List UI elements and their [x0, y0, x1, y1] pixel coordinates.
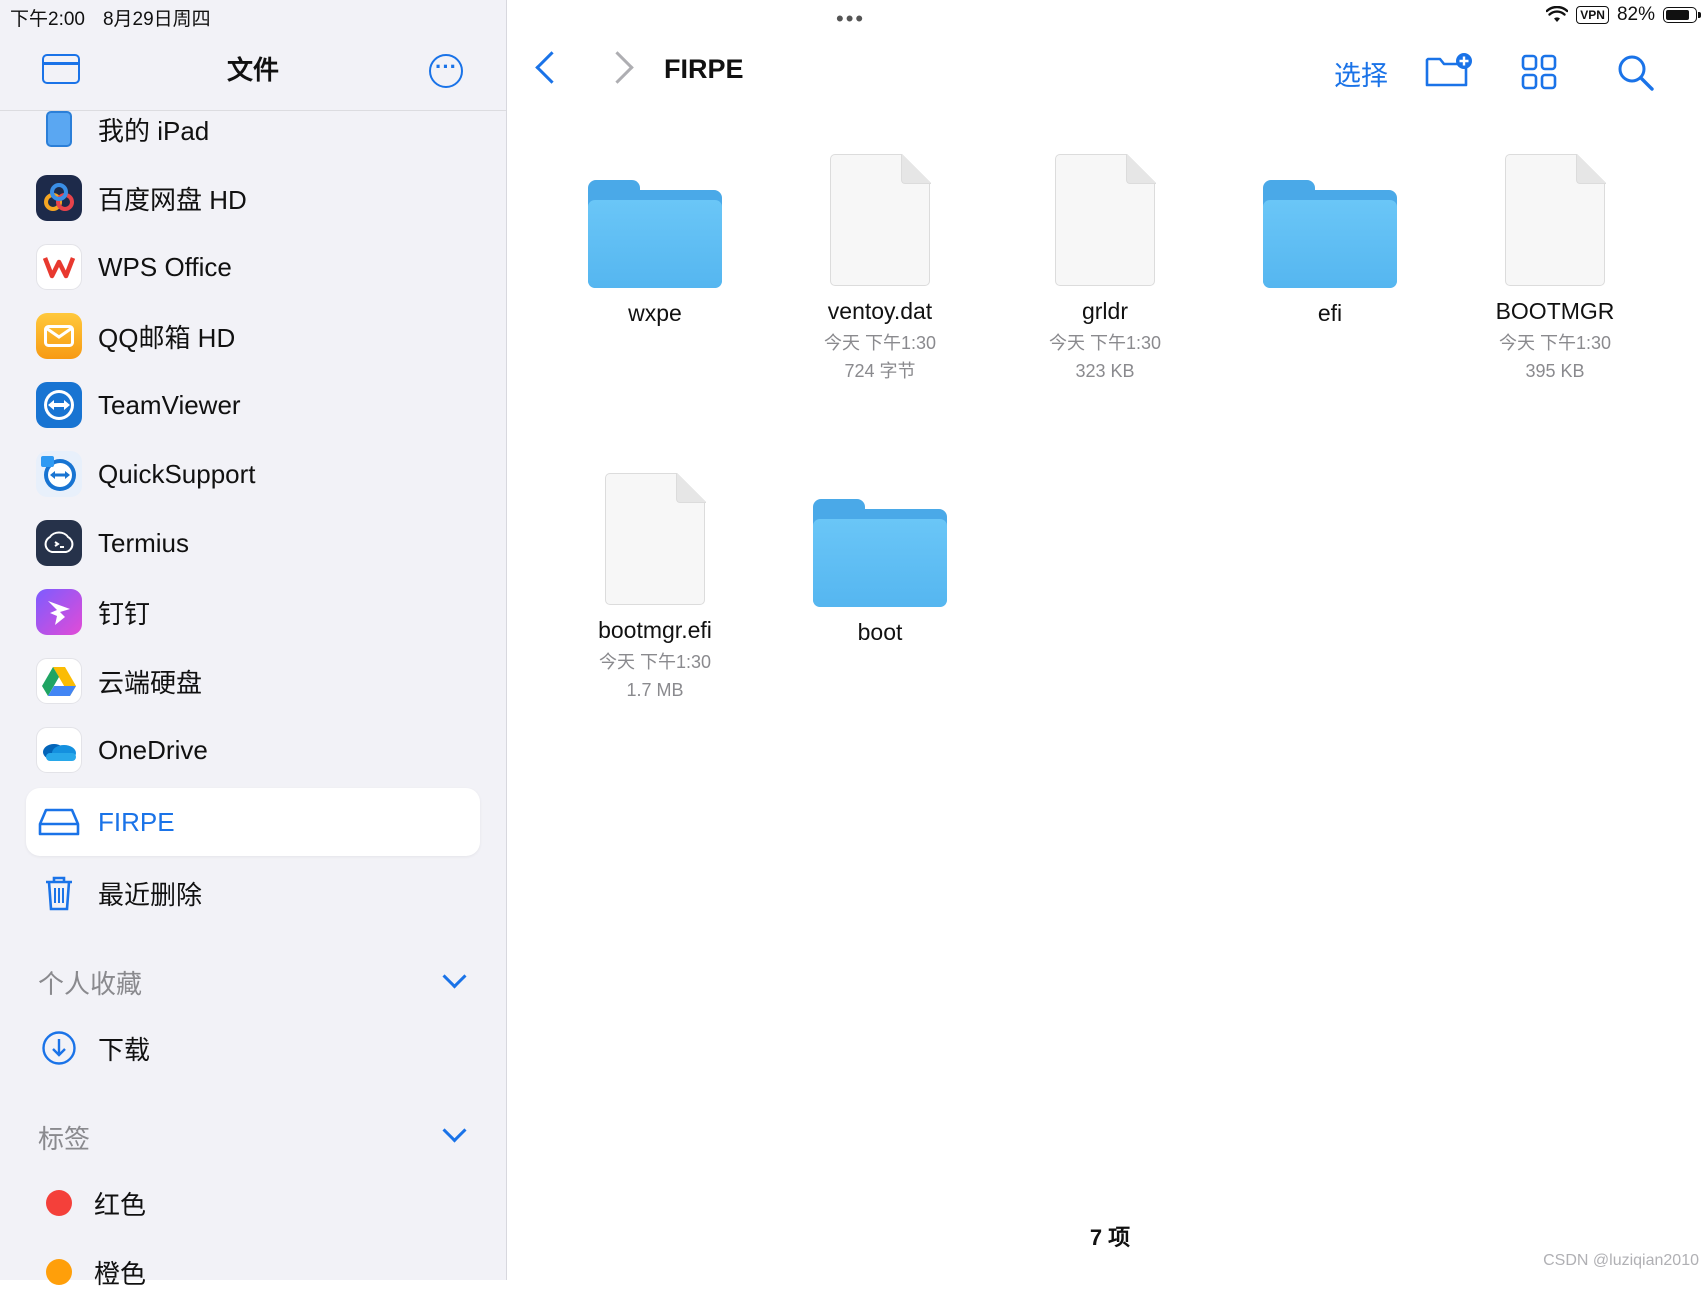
download-icon — [36, 1025, 82, 1071]
red-tag-dot-icon — [46, 1190, 72, 1216]
grid-view-icon[interactable] — [1521, 54, 1557, 90]
forward-chevron-icon[interactable] — [601, 51, 634, 84]
sidebar-item-label: FIRPE — [98, 806, 175, 837]
qq-mail-icon — [36, 313, 82, 359]
google-drive-icon — [36, 658, 82, 704]
favorites-heading: 个人收藏 — [38, 969, 143, 999]
sidebar-item-tag-orange[interactable]: 橙色 — [26, 1238, 480, 1306]
sidebar-item-label: 橙色 — [94, 1258, 147, 1289]
onedrive-icon — [36, 727, 82, 773]
file-size: 323 KB — [1075, 361, 1135, 381]
dingtalk-icon — [36, 589, 82, 635]
file-item-grldr[interactable]: grldr 今天 下午1:30 323 KB — [1005, 153, 1205, 381]
file-name: boot — [857, 619, 903, 645]
file-date: 今天 下午1:30 — [598, 652, 712, 672]
document-icon — [1055, 153, 1156, 286]
folder-icon — [1263, 180, 1397, 288]
watermark: CSDN @luziqian2010 — [1543, 1252, 1699, 1269]
sidebar-item-termius[interactable]: Termius — [26, 509, 480, 577]
search-icon[interactable] — [1617, 54, 1655, 92]
multitasking-dots[interactable]: ••• — [836, 6, 865, 32]
file-item-bootmgr[interactable]: BOOTMGR 今天 下午1:30 395 KB — [1455, 153, 1655, 381]
file-name: BOOTMGR — [1495, 298, 1615, 324]
sidebar-item-tag-red[interactable]: 红色 — [26, 1169, 480, 1237]
orange-tag-dot-icon — [46, 1259, 72, 1285]
sidebar-item-onedrive[interactable]: OneDrive — [26, 716, 480, 784]
file-name: bootmgr.efi — [598, 617, 712, 643]
sidebar-item-baidu-netdisk[interactable]: 百度网盘 HD — [26, 164, 480, 232]
sidebar-item-label: 红色 — [94, 1189, 147, 1220]
file-size: 724 字节 — [844, 361, 916, 381]
sidebar-item-label: 百度网盘 HD — [98, 184, 247, 215]
file-item-efi[interactable]: efi — [1230, 180, 1430, 327]
select-button[interactable]: 选择 — [1334, 54, 1388, 93]
sidebar-item-label: Termius — [98, 527, 190, 558]
file-item-boot[interactable]: boot — [780, 499, 980, 646]
sidebar-item-label: 云端硬盘 — [98, 667, 203, 698]
sidebar-item-downloads[interactable]: 下载 — [26, 1014, 480, 1082]
file-size: 395 KB — [1525, 361, 1585, 381]
status-bar-right: VPN 82% — [1546, 4, 1701, 26]
quicksupport-icon — [36, 451, 82, 497]
sidebar-item-google-drive[interactable]: 云端硬盘 — [26, 647, 480, 715]
tags-heading: 标签 — [38, 1124, 91, 1154]
status-bar-left: 下午2:00 8月29日周四 — [10, 4, 229, 31]
file-item-wxpe[interactable]: wxpe — [555, 180, 755, 327]
document-icon — [605, 472, 706, 605]
file-date: 今天 下午1:30 — [823, 333, 937, 353]
sidebar-item-firpe[interactable]: FIRPE — [26, 788, 480, 856]
sidebar-item-label: 钉钉 — [98, 598, 151, 629]
file-item-bootmgr-efi[interactable]: bootmgr.efi 今天 下午1:30 1.7 MB — [555, 472, 755, 700]
page-title: FIRPE — [664, 54, 744, 84]
sidebar-item-label: 最近删除 — [98, 879, 203, 910]
sidebar-item-label: QuickSupport — [98, 458, 256, 489]
wps-icon — [36, 244, 82, 290]
new-folder-icon[interactable] — [1424, 52, 1472, 88]
trash-icon — [36, 870, 82, 916]
file-date: 今天 下午1:30 — [1048, 333, 1162, 353]
item-count: 7 项 — [1089, 1225, 1131, 1250]
teamviewer-icon — [36, 382, 82, 428]
sidebar-item-qq-mail[interactable]: QQ邮箱 HD — [26, 302, 480, 370]
drive-icon — [36, 799, 82, 845]
sidebar-item-label: TeamViewer — [98, 389, 241, 420]
more-options-icon[interactable]: ··· — [429, 54, 463, 88]
back-chevron-icon[interactable] — [535, 51, 568, 84]
sidebar-item-wps-office[interactable]: WPS Office — [26, 233, 480, 301]
sidebar-item-label: WPS Office — [98, 251, 232, 282]
status-date: 8月29日周四 — [102, 9, 211, 30]
file-name: ventoy.dat — [827, 298, 933, 324]
vpn-badge: VPN — [1576, 6, 1609, 24]
ipad-icon — [36, 106, 82, 152]
file-item-ventoy-dat[interactable]: ventoy.dat 今天 下午1:30 724 字节 — [780, 153, 980, 381]
battery-level — [1666, 10, 1689, 20]
sidebar-item-label: 下载 — [98, 1034, 151, 1065]
sidebar-item-label: OneDrive — [98, 734, 208, 765]
file-name: grldr — [1081, 298, 1128, 324]
sidebar-item-dingtalk[interactable]: 钉钉 — [26, 578, 480, 646]
sidebar-item-recently-deleted[interactable]: 最近删除 — [26, 859, 480, 927]
folder-icon — [588, 180, 722, 288]
document-icon — [830, 153, 931, 286]
file-date: 今天 下午1:30 — [1498, 333, 1612, 353]
battery-percent: 82% — [1616, 4, 1655, 25]
file-size: 1.7 MB — [626, 680, 684, 700]
folder-icon — [813, 499, 947, 607]
baidu-netdisk-icon — [36, 175, 82, 221]
file-name: wxpe — [628, 300, 682, 326]
sidebar-item-teamviewer[interactable]: TeamViewer — [26, 371, 480, 439]
file-name: efi — [1317, 300, 1343, 326]
sidebar-item-my-ipad[interactable]: 我的 iPad — [26, 95, 480, 163]
battery-icon — [1663, 7, 1701, 23]
document-icon — [1505, 153, 1606, 286]
wifi-icon — [1546, 6, 1569, 22]
sidebar-item-quicksupport[interactable]: QuickSupport — [26, 440, 480, 508]
termius-icon — [36, 520, 82, 566]
sidebar-item-label: QQ邮箱 HD — [98, 322, 236, 353]
sidebar-item-label: 我的 iPad — [98, 115, 210, 146]
status-time: 下午2:00 — [10, 9, 85, 30]
